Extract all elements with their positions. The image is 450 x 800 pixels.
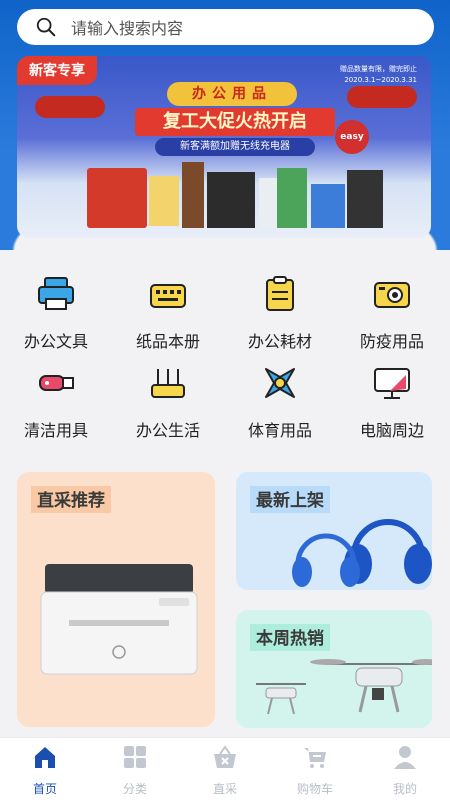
category-label: 办公耗材	[247, 332, 312, 351]
promo-subline: 新客满额加赠无线充电器	[155, 138, 315, 156]
promo-note: 赠品数量有限，赠完即止 2020.3.1~2020.3.31	[340, 64, 417, 86]
cloud-decoration	[35, 96, 105, 118]
card-title: 直采推荐	[31, 486, 111, 513]
office-products-illustration	[87, 162, 383, 228]
printer-icon	[38, 277, 74, 310]
category-paper-notebooks[interactable]: 纸品本册	[112, 272, 224, 352]
drone-product-image	[256, 659, 432, 715]
monitor-icon	[374, 368, 410, 399]
category-label: 电脑周边	[359, 421, 424, 440]
cloud-decoration	[347, 86, 417, 108]
category-office-supplies[interactable]: 办公耗材	[224, 272, 336, 352]
router-icon	[151, 369, 185, 398]
new-customer-badge: 新客专享	[17, 56, 97, 85]
promo-date: 2020.3.1~2020.3.31	[344, 76, 417, 84]
promo-banner[interactable]: 新客专享 赠品数量有限，赠完即止 2020.3.1~2020.3.31 办公用品…	[17, 56, 431, 238]
weekly-hot-card[interactable]: 本周热销	[236, 610, 432, 728]
tab-cart[interactable]: 购物车	[270, 744, 360, 797]
search-bar[interactable]: 请输入搜索内容	[17, 9, 434, 45]
category-label: 办公文具	[23, 332, 88, 351]
promo-headline: 复工大促火热开启	[135, 108, 335, 136]
category-cleaning-tools[interactable]: 清洁用具	[0, 361, 112, 441]
tab-label: 购物车	[296, 782, 333, 796]
clipboard-icon	[266, 276, 294, 311]
headphones-product-image	[292, 519, 432, 587]
tab-mine[interactable]: 我的	[360, 744, 450, 797]
category-computer-peripherals[interactable]: 电脑周边	[336, 361, 448, 441]
search-icon	[36, 17, 56, 37]
category-label: 清洁用具	[23, 421, 88, 440]
tab-direct[interactable]: 直采	[180, 744, 270, 797]
x-shape-icon	[265, 368, 295, 398]
new-arrivals-card[interactable]: 最新上架	[236, 472, 432, 590]
category-label: 办公生活	[135, 421, 200, 440]
direct-purchase-card[interactable]: 直采推荐	[17, 472, 215, 727]
usb-drive-icon	[39, 375, 74, 391]
keyboard-icon	[150, 284, 186, 308]
camera-icon	[374, 282, 410, 308]
user-icon	[394, 746, 416, 769]
card-title: 本周热销	[250, 624, 330, 651]
category-epidemic-supplies[interactable]: 防疫用品	[336, 272, 448, 352]
promo-note-line: 赠品数量有限，赠完即止	[340, 65, 417, 73]
category-label: 纸品本册	[135, 332, 200, 351]
promo-category: 办公用品	[167, 82, 297, 106]
home-icon	[35, 747, 55, 768]
search-placeholder: 请输入搜索内容	[71, 19, 184, 38]
tab-label: 首页	[32, 782, 57, 796]
tab-label: 分类	[122, 782, 147, 796]
grid-icon	[124, 746, 146, 768]
tab-label: 直采	[212, 782, 237, 796]
tab-category[interactable]: 分类	[90, 744, 180, 797]
bottom-tab-bar: 首页 分类 直采 购物车 我的	[0, 737, 450, 800]
basket-icon	[214, 745, 236, 768]
category-office-stationery[interactable]: 办公文具	[0, 272, 112, 352]
category-sports-goods[interactable]: 体育用品	[224, 361, 336, 441]
tab-label: 我的	[392, 782, 417, 796]
printer-product-image	[40, 564, 198, 675]
category-label: 体育用品	[247, 421, 312, 440]
category-office-life[interactable]: 办公生活	[112, 361, 224, 441]
category-label: 防疫用品	[359, 332, 424, 351]
easy-logo: easy	[335, 120, 369, 154]
cart-icon	[304, 748, 326, 768]
tab-home[interactable]: 首页	[0, 744, 90, 797]
